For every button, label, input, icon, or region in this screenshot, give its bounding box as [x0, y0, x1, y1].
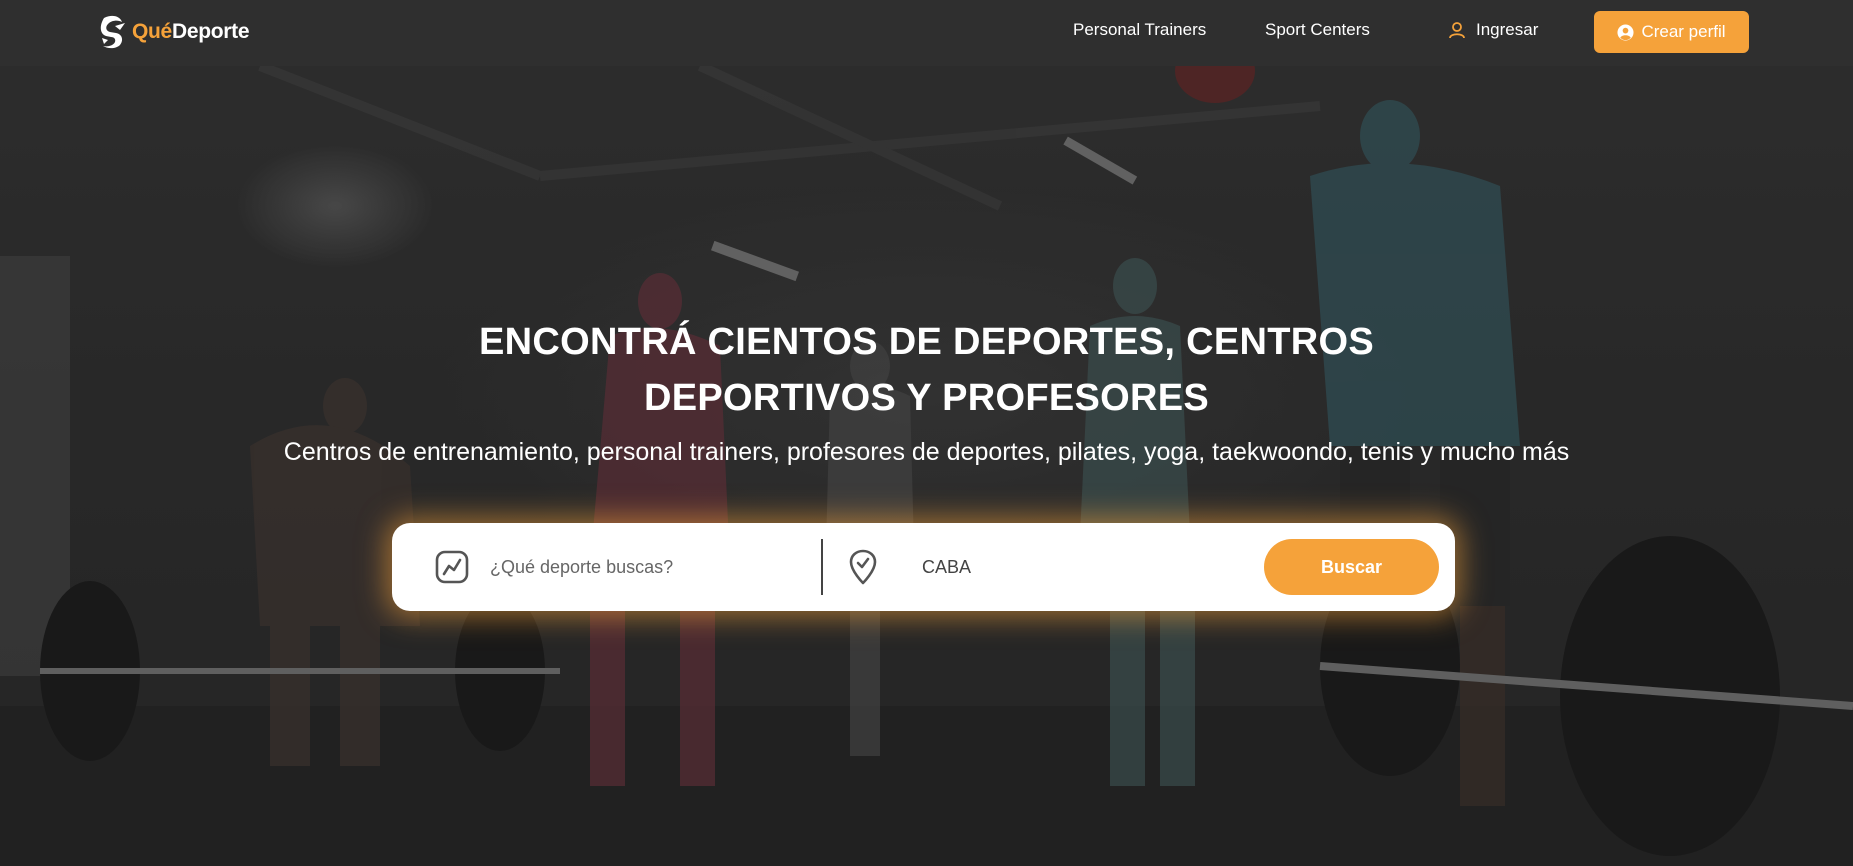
- brand-name: QuéDeporte: [132, 20, 250, 44]
- brand-name-part1: Qué: [132, 20, 172, 43]
- user-circle-icon: [1617, 23, 1634, 41]
- search-bar: Buscar: [392, 523, 1455, 611]
- brand-logo[interactable]: QuéDeporte: [98, 14, 250, 50]
- hero-subtitle: Centros de entrenamiento, personal train…: [283, 438, 1570, 466]
- nav-sport-centers[interactable]: Sport Centers: [1265, 20, 1370, 40]
- login-label: Ingresar: [1476, 20, 1539, 39]
- location-input[interactable]: [922, 549, 1222, 585]
- trend-chart-icon: [435, 550, 469, 584]
- navbar: QuéDeporte Personal Trainers Sport Cente…: [0, 0, 1853, 66]
- user-outline-icon: [1449, 22, 1465, 39]
- create-profile-label: Crear perfil: [1641, 22, 1726, 41]
- search-button[interactable]: Buscar: [1264, 539, 1439, 595]
- create-profile-button[interactable]: Crear perfil: [1594, 11, 1749, 53]
- sport-search-input[interactable]: [490, 549, 800, 585]
- hero-headline-line1: ENCONTRÁ CIENTOS DE DEPORTES, CENTROS: [478, 321, 1375, 363]
- nav-personal-trainers[interactable]: Personal Trainers: [1073, 20, 1206, 40]
- brand-name-part2: Deporte: [171, 20, 250, 43]
- page: QuéDeporte Personal Trainers Sport Cente…: [0, 0, 1853, 866]
- search-divider: [821, 539, 823, 595]
- hero-headline: ENCONTRÁ CIENTOS DE DEPORTES, CENTROS DE…: [0, 314, 1853, 426]
- hero-headline-line2: DEPORTIVOS Y PROFESORES: [643, 377, 1210, 419]
- runner-logo-icon: [100, 15, 125, 49]
- login-link[interactable]: Ingresar: [1448, 20, 1538, 40]
- location-pin-icon: [849, 549, 877, 585]
